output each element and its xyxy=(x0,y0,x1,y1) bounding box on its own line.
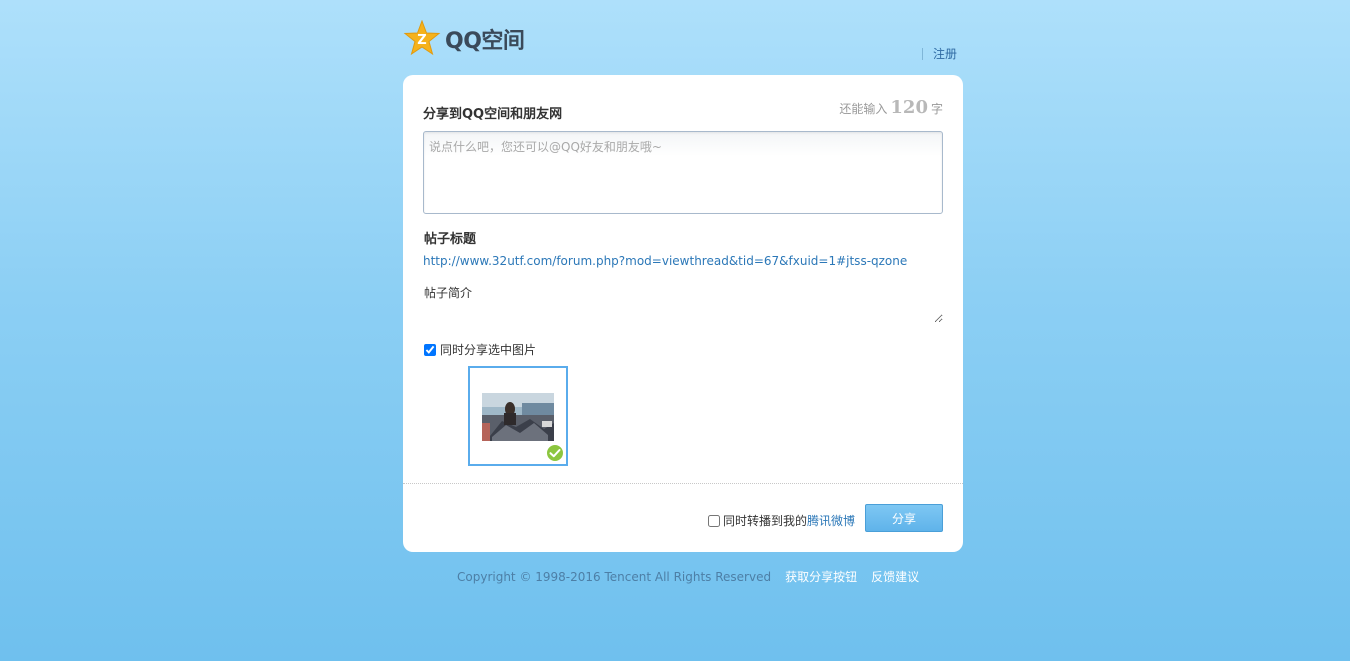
top-links: 注册 xyxy=(922,45,957,62)
char-counter: 还能输入 120 字 xyxy=(839,97,943,118)
comment-input[interactable] xyxy=(423,131,943,214)
share-image-label: 同时分享选中图片 xyxy=(440,343,537,357)
post-summary-input[interactable] xyxy=(423,301,943,323)
thumbnail-photo xyxy=(482,393,554,441)
image-thumbnail-selected[interactable] xyxy=(468,366,568,466)
weibo-repost-option[interactable]: 同时转播到我的 腾讯微博 xyxy=(708,512,855,529)
section-divider xyxy=(403,483,963,484)
footer: Copyright © 1998-2016 Tencent All Rights… xyxy=(457,568,933,585)
register-link[interactable]: 注册 xyxy=(933,45,957,62)
copyright-text: Copyright © 1998-2016 Tencent All Rights… xyxy=(457,569,772,584)
post-url-link[interactable]: http://www.32utf.com/forum.php?mod=viewt… xyxy=(423,254,907,268)
logo-text: QQ空间 xyxy=(445,29,525,54)
counter-value: 120 xyxy=(890,97,928,118)
selected-check-icon xyxy=(546,444,564,462)
share-image-option[interactable]: 同时分享选中图片 xyxy=(424,341,536,358)
share-title: 分享到QQ空间和朋友网 xyxy=(423,107,563,122)
share-image-checkbox[interactable] xyxy=(424,343,436,356)
weibo-repost-checkbox[interactable] xyxy=(708,514,720,527)
get-share-button-link[interactable]: 获取分享按钮 xyxy=(785,568,857,585)
svg-text:Z: Z xyxy=(417,33,426,48)
post-summary-label: 帖子简介 xyxy=(424,286,473,300)
counter-prefix: 还能输入 xyxy=(839,102,888,116)
top-links-separator xyxy=(922,47,923,60)
post-title: 帖子标题 xyxy=(424,232,477,247)
tencent-weibo-link[interactable]: 腾讯微博 xyxy=(807,512,855,529)
counter-suffix: 字 xyxy=(930,102,943,116)
share-card: 分享到QQ空间和朋友网 还能输入 120 字 帖子标题 http://www.3… xyxy=(403,75,963,552)
feedback-link[interactable]: 反馈建议 xyxy=(871,568,919,585)
share-button[interactable]: 分享 xyxy=(865,504,943,532)
weibo-repost-label: 同时转播到我的 xyxy=(723,514,808,528)
qzone-star-icon: Z xyxy=(403,20,441,56)
qzone-logo[interactable]: Z QQ空间 xyxy=(403,20,525,58)
